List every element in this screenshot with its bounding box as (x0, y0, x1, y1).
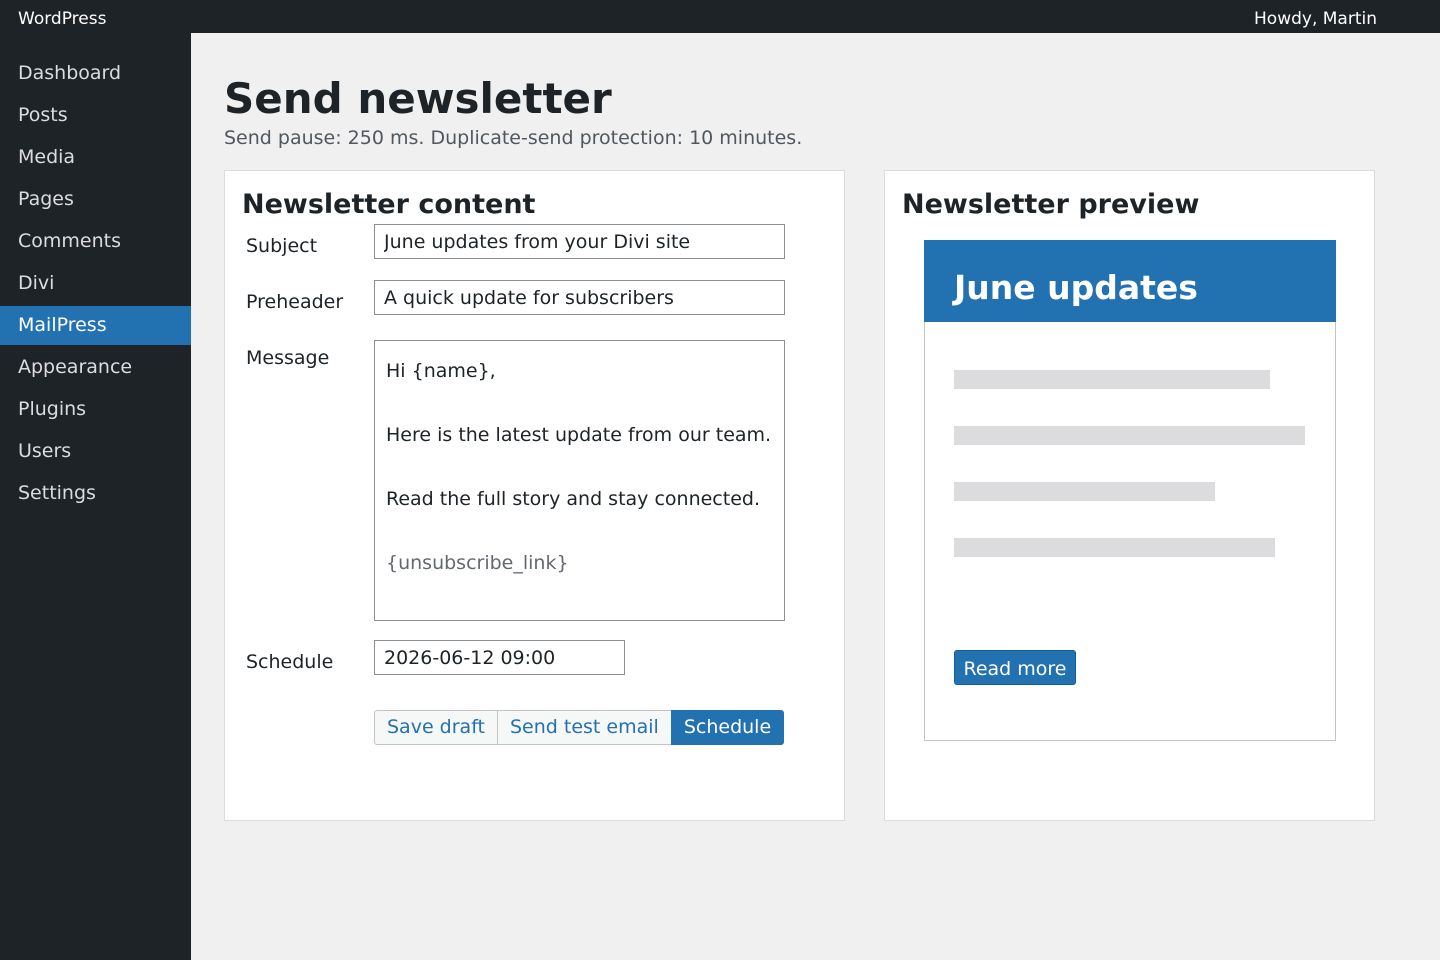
message-label: Message (246, 347, 330, 369)
action-button-group: Save draft Send test email Schedule (374, 710, 785, 745)
schedule-datetime-input[interactable] (374, 640, 625, 675)
text-placeholder-line (954, 482, 1215, 501)
message-line: Read the full story and stay connected. (386, 488, 760, 510)
sidebar-item-plugins[interactable]: Plugins (0, 390, 191, 429)
sidebar-item-users[interactable]: Users (0, 432, 191, 471)
newsletter-preview-panel: Newsletter preview June updates Read mor… (884, 170, 1375, 821)
sidebar-item-mailpress[interactable]: MailPress (0, 306, 191, 345)
email-preview: June updates Read more (924, 240, 1336, 741)
subject-input[interactable] (374, 224, 785, 259)
sidebar-item-appearance[interactable]: Appearance (0, 348, 191, 387)
text-placeholder-line (954, 538, 1275, 557)
preheader-label: Preheader (246, 291, 344, 313)
admin-bar: WordPress Howdy, Martin (0, 0, 1440, 33)
text-placeholder-line (954, 370, 1270, 389)
sidebar-item-settings[interactable]: Settings (0, 474, 191, 513)
preheader-input[interactable] (374, 280, 785, 315)
user-greeting-link[interactable]: Howdy, Martin (1254, 0, 1377, 38)
sidebar-item-media[interactable]: Media (0, 138, 191, 177)
message-line: Hi {name}, (386, 360, 496, 382)
sidebar-item-pages[interactable]: Pages (0, 180, 191, 219)
message-line: Here is the latest update from our team. (386, 424, 772, 446)
subject-label: Subject (246, 235, 318, 257)
sidebar-item-posts[interactable]: Posts (0, 96, 191, 135)
message-textarea[interactable]: Hi {name}, Here is the latest update fro… (374, 340, 785, 621)
email-title: June updates (954, 268, 1198, 307)
email-header: June updates (924, 240, 1336, 322)
sidebar-item-dashboard[interactable]: Dashboard (0, 54, 191, 93)
schedule-label: Schedule (246, 651, 334, 673)
page-title: Send newsletter (224, 74, 612, 123)
unsubscribe-placeholder: {unsubscribe_link} (386, 552, 569, 574)
content-heading: Newsletter content (242, 189, 536, 220)
preview-heading: Newsletter preview (902, 189, 1200, 220)
save-draft-button[interactable]: Save draft (374, 710, 498, 745)
admin-sidebar: Dashboard Posts Media Pages Comments Div… (0, 33, 191, 960)
text-placeholder-line (954, 426, 1305, 445)
read-more-button[interactable]: Read more (954, 650, 1076, 685)
sidebar-item-divi[interactable]: Divi (0, 264, 191, 303)
sidebar-item-comments[interactable]: Comments (0, 222, 191, 261)
schedule-button[interactable]: Schedule (670, 710, 785, 745)
send-test-email-button[interactable]: Send test email (497, 710, 672, 745)
page-subtitle: Send pause: 250 ms. Duplicate-send prote… (224, 127, 803, 149)
newsletter-content-panel: Newsletter content Subject Preheader Mes… (224, 170, 845, 821)
